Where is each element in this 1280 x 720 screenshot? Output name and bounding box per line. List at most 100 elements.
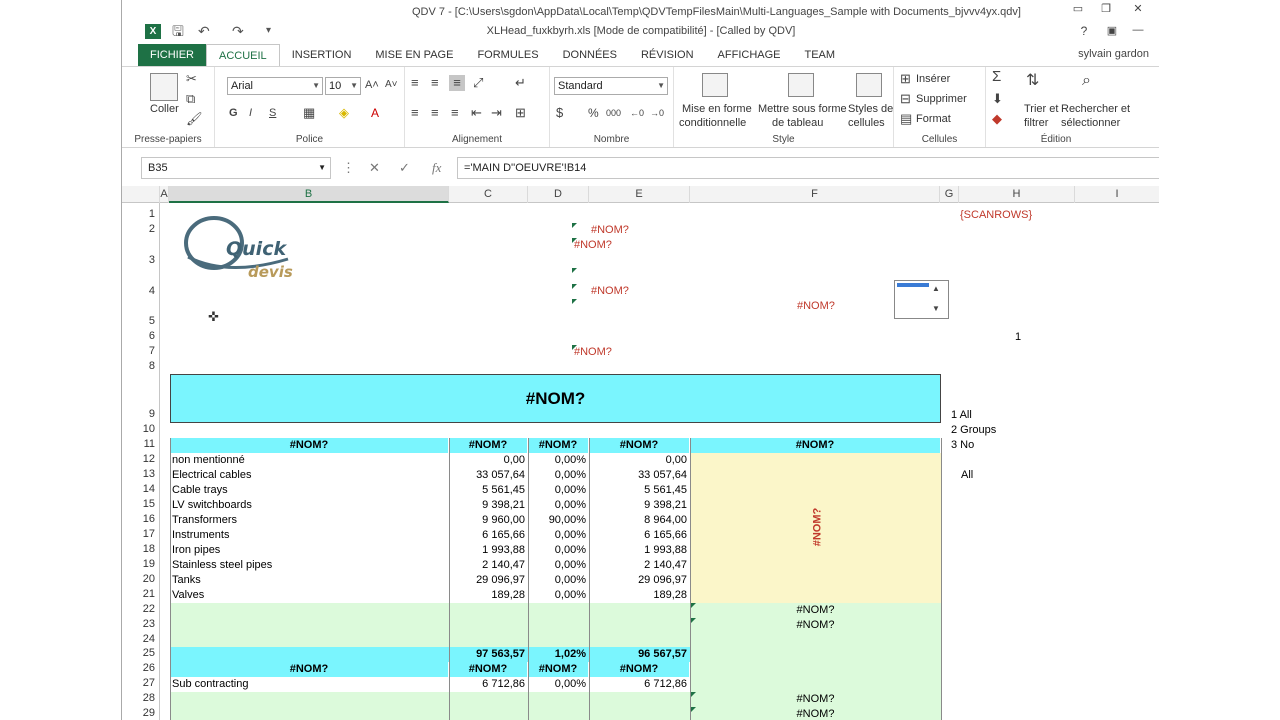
tab-mise-en-page[interactable]: MISE EN PAGE [363, 44, 465, 66]
more-icon[interactable]: ⋮ [342, 157, 355, 179]
minimize-workbook-icon[interactable]: — [1126, 24, 1150, 36]
item-percent[interactable]: 0,00% [528, 573, 586, 588]
item-percent[interactable]: 0,00% [528, 498, 586, 513]
item-label[interactable]: Stainless steel pipes [172, 558, 272, 573]
row-header[interactable]: 27 [125, 677, 155, 689]
item-label[interactable]: Transformers [172, 513, 237, 528]
help-icon[interactable]: ? [1072, 24, 1096, 38]
item-amount[interactable]: 33 057,64 [449, 468, 525, 483]
item-label[interactable]: Sub contracting [172, 677, 248, 692]
table-header[interactable]: #NOM? [589, 438, 690, 453]
tab-donnees[interactable]: DONNÉES [551, 44, 629, 66]
item-net[interactable]: 9 398,21 [589, 498, 687, 513]
column-header-d[interactable]: D [528, 186, 589, 203]
item-label[interactable]: Electrical cables [172, 468, 251, 483]
spinner-control[interactable]: ▲ ▼ [894, 280, 949, 319]
borders-icon[interactable]: ▦ [303, 105, 315, 121]
item-net[interactable]: 5 561,45 [589, 483, 687, 498]
font-name-select[interactable]: Arial ▼ [227, 77, 323, 95]
row-header[interactable]: 1 [125, 208, 155, 220]
item-percent[interactable]: 0,00% [528, 543, 586, 558]
align-bottom-icon[interactable]: ≡ [449, 75, 465, 91]
format-as-table-label-1[interactable]: Mettre sous forme [758, 103, 847, 116]
error-cell[interactable]: #NOM? [690, 603, 941, 618]
error-cell[interactable]: #NOM? [574, 345, 612, 360]
format-cells-icon[interactable]: ▤ [900, 111, 912, 127]
item-net[interactable]: 8 964,00 [589, 513, 687, 528]
table-header[interactable]: #NOM? [690, 438, 941, 453]
item-label[interactable]: Instruments [172, 528, 229, 543]
spin-down-icon[interactable]: ▼ [932, 304, 940, 313]
sort-filter-label-1[interactable]: Trier et [1024, 103, 1058, 116]
tab-affichage[interactable]: AFFICHAGE [706, 44, 793, 66]
error-cell[interactable]: #NOM? [690, 707, 941, 720]
item-percent[interactable]: 90,00% [528, 513, 586, 528]
item-label[interactable]: Tanks [172, 573, 201, 588]
value-cell[interactable]: 1 [1015, 330, 1021, 345]
error-cell[interactable]: #NOM? [797, 299, 835, 314]
error-cell[interactable]: #NOM? [591, 223, 629, 238]
italic-button[interactable]: I [249, 105, 252, 121]
cell-styles-label-2[interactable]: cellules [848, 117, 885, 130]
tab-team[interactable]: TEAM [793, 44, 848, 66]
item-amount[interactable]: 2 140,47 [449, 558, 525, 573]
item-net[interactable]: 0,00 [589, 453, 687, 468]
autosum-icon[interactable]: Σ [992, 69, 1001, 85]
orientation-icon[interactable]: ⤢ [473, 75, 483, 91]
item-net[interactable]: 2 140,47 [589, 558, 687, 573]
row-header[interactable]: 4 [125, 285, 155, 297]
column-header-h[interactable]: H [959, 186, 1075, 203]
row-header[interactable]: 13 [125, 468, 155, 480]
row-header[interactable]: 2 [125, 223, 155, 235]
report-title[interactable]: #NOM? [170, 374, 941, 423]
cell-styles-label-1[interactable]: Styles de [848, 103, 893, 116]
row-header[interactable]: 28 [125, 692, 155, 704]
table-header[interactable]: #NOM? [449, 662, 528, 677]
table-header[interactable]: #NOM? [589, 662, 690, 677]
table-header[interactable]: #NOM? [170, 438, 449, 453]
error-cell[interactable]: #NOM? [591, 284, 629, 299]
item-net[interactable]: 29 096,97 [589, 573, 687, 588]
total-percent[interactable]: 1,02% [528, 647, 586, 662]
spin-up-icon[interactable]: ▲ [932, 284, 940, 293]
item-net[interactable]: 1 993,88 [589, 543, 687, 558]
fill-icon[interactable]: ⬇ [992, 91, 1003, 107]
column-header-g[interactable]: G [940, 186, 959, 203]
delete-cells-icon[interactable]: ⊟ [900, 91, 911, 107]
decrease-decimal-icon[interactable]: →0 [650, 105, 664, 121]
cell-styles-icon[interactable] [856, 73, 882, 97]
conditional-format-icon[interactable] [702, 73, 728, 97]
sort-filter-label-2[interactable]: filtrer [1024, 117, 1048, 130]
scanrows-cell[interactable]: {SCANROWS} [960, 208, 1032, 223]
row-header[interactable]: 21 [125, 588, 155, 600]
table-header[interactable]: #NOM? [170, 662, 449, 677]
outline-level-3[interactable]: 3 No [951, 438, 974, 453]
item-label[interactable]: Iron pipes [172, 543, 220, 558]
copy-icon[interactable]: ⧉ [186, 91, 195, 107]
row-header[interactable]: 22 [125, 603, 155, 615]
item-percent[interactable]: 0,00% [528, 483, 586, 498]
shrink-font-icon[interactable]: A˅ [385, 77, 398, 93]
item-percent[interactable]: 0,00% [528, 558, 586, 573]
merge-center-icon[interactable]: ⊞ [515, 105, 526, 121]
row-header[interactable]: 12 [125, 453, 155, 465]
item-amount[interactable]: 9 398,21 [449, 498, 525, 513]
empty-rows-area[interactable] [170, 692, 690, 720]
row-header[interactable]: 18 [125, 543, 155, 555]
name-box[interactable]: B35 ▼ [141, 157, 331, 179]
table-header[interactable]: #NOM? [449, 438, 528, 453]
minimize-icon[interactable]: ▭ [1066, 2, 1090, 15]
item-percent[interactable]: 0,00% [528, 468, 586, 483]
restore-icon[interactable]: ❐ [1094, 2, 1118, 15]
insert-function-icon[interactable]: fx [432, 157, 441, 179]
row-header[interactable]: 23 [125, 618, 155, 630]
align-right-icon[interactable]: ≡ [451, 105, 459, 121]
row-header[interactable]: 19 [125, 558, 155, 570]
column-header-c[interactable]: C [449, 186, 528, 203]
outline-level-1[interactable]: 1 All [951, 408, 972, 423]
item-amount[interactable]: 29 096,97 [449, 573, 525, 588]
outline-level-2[interactable]: 2 Groups [951, 423, 996, 438]
paste-icon[interactable] [150, 73, 178, 101]
conditional-format-label-1[interactable]: Mise en forme [682, 103, 752, 116]
user-name[interactable]: sylvain gardon [1078, 48, 1149, 60]
